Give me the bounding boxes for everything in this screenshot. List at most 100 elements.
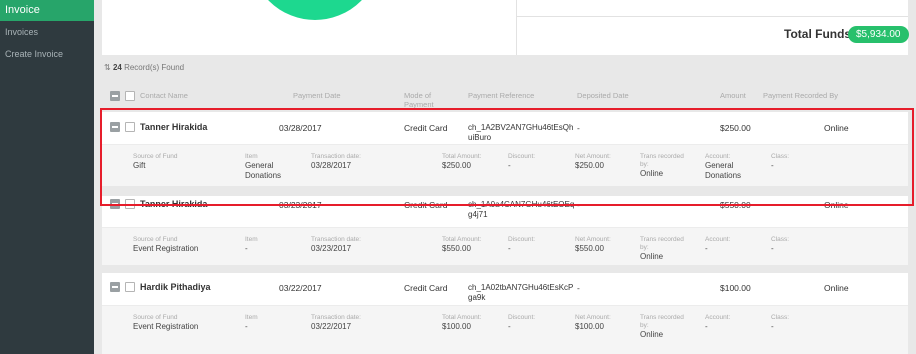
row-detail: Source of Fund Event Registration Item - T… [102, 227, 908, 265]
detail-label: Total Amount: [442, 236, 482, 243]
class: - [771, 161, 774, 170]
sidebar-item-invoice[interactable]: Invoice [0, 0, 94, 21]
sidebar: Invoice Invoices Create Invoice [0, 0, 94, 354]
detail-label: Class: [771, 314, 790, 321]
collapse-row-icon[interactable] [110, 122, 120, 132]
recorded-by: Online [824, 200, 849, 210]
table-row[interactable]: Tanner Hirakida 03/23/2017 Credit Card c… [102, 196, 908, 265]
detail-label: Item [245, 236, 258, 243]
item: - [245, 244, 248, 253]
contact-name[interactable]: Tanner Hirakida [140, 199, 207, 209]
detail-label: Class: [771, 153, 790, 160]
sidebar-item-create-invoice[interactable]: Create Invoice [0, 43, 94, 65]
detail-label: Net Amount: [575, 153, 611, 160]
detail-label: Total Amount: [442, 153, 482, 160]
column-deposited-date[interactable]: Deposited Date [577, 91, 629, 100]
total-funds-badge: $5,934.00 [848, 26, 909, 43]
row-checkbox[interactable] [125, 122, 135, 132]
row-main: Tanner Hirakida 03/28/2017 Credit Card c… [102, 112, 908, 144]
discount: - [508, 244, 511, 253]
payment-date: 03/23/2017 [279, 200, 322, 210]
amount: $100.00 [720, 283, 751, 293]
table-header: Contact Name Payment Date Mode of Paymen… [102, 86, 908, 109]
select-all-checkbox[interactable] [125, 91, 135, 101]
item: - [245, 322, 248, 331]
source-of-fund: Event Registration [133, 322, 199, 331]
deposited-date: - [577, 283, 580, 293]
record-count-number: 24 [112, 63, 122, 72]
net-amount: $250.00 [575, 161, 604, 170]
detail-label: Trans recorded by: [640, 153, 684, 168]
row-detail: Source of Fund Gift Item General Donations… [102, 144, 908, 186]
account: General Donations [705, 161, 742, 180]
detail-label: Trans recorded by: [640, 236, 684, 251]
detail-label: Net Amount: [575, 236, 611, 243]
sidebar-item-invoices[interactable]: Invoices [0, 21, 94, 43]
payment-reference: ch_1A0a4CAN7GHu46tEOEq g4j71 [468, 200, 575, 219]
payment-mode: Credit Card [404, 200, 448, 210]
column-contact-name[interactable]: Contact Name [140, 91, 188, 100]
sort-icon[interactable]: ⇅ [104, 63, 111, 72]
detail-label: Transaction date: [311, 314, 361, 321]
record-count: ⇅ 24 Record(s) Found [104, 63, 184, 72]
trans-recorded-by: Online [640, 169, 664, 178]
total-amount: $550.00 [442, 244, 471, 253]
detail-label: Transaction date: [311, 153, 361, 160]
row-checkbox[interactable] [125, 282, 135, 292]
detail-label: Account: [705, 236, 731, 243]
table-row[interactable]: Tanner Hirakida 03/28/2017 Credit Card c… [102, 112, 908, 186]
detail-label: Item [245, 314, 258, 321]
class: - [771, 244, 774, 253]
divider [516, 0, 517, 55]
transaction-date: 03/23/2017 [311, 244, 352, 253]
record-count-label: Record(s) Found [124, 63, 185, 72]
table-row[interactable]: Hardik Pithadiya 03/22/2017 Credit Card … [102, 273, 908, 354]
transaction-date: 03/22/2017 [311, 322, 352, 331]
detail-label: Class: [771, 236, 790, 243]
source-of-fund: Gift [133, 161, 146, 170]
amount: $250.00 [720, 123, 751, 133]
detail-label: Discount: [508, 153, 536, 160]
recorded-by: Online [824, 283, 849, 293]
row-main: Tanner Hirakida 03/23/2017 Credit Card c… [102, 196, 908, 227]
recorded-by: Online [824, 123, 849, 133]
account: - [705, 244, 708, 253]
detail-label: Source of Fund [133, 153, 178, 160]
contact-name[interactable]: Tanner Hirakida [140, 122, 207, 132]
column-payment-recorded-by[interactable]: Payment Recorded By [763, 91, 838, 100]
row-main: Hardik Pithadiya 03/22/2017 Credit Card … [102, 273, 908, 305]
row-checkbox[interactable] [125, 199, 135, 209]
detail-label: Trans recorded by: [640, 314, 684, 329]
column-payment-reference[interactable]: Payment Reference [468, 91, 534, 100]
column-mode-of-payment[interactable]: Mode of Payment [404, 91, 444, 109]
detail-label: Discount: [508, 236, 536, 243]
detail-label: Source of Fund [133, 314, 178, 321]
item: General Donations [245, 161, 282, 180]
collapse-row-icon[interactable] [110, 199, 120, 209]
payment-mode: Credit Card [404, 123, 448, 133]
funds-summary-panel: Total Funds : $5,934.00 [102, 0, 909, 55]
divider [516, 16, 908, 17]
contact-name[interactable]: Hardik Pithadiya [140, 282, 211, 292]
funds-donut-chart [250, 0, 380, 20]
collapse-all-icon[interactable] [110, 91, 120, 101]
payment-mode: Credit Card [404, 283, 448, 293]
discount: - [508, 322, 511, 331]
collapse-row-icon[interactable] [110, 282, 120, 292]
discount: - [508, 161, 511, 170]
total-amount: $250.00 [442, 161, 471, 170]
trans-recorded-by: Online [640, 330, 664, 339]
amount: $550.00 [720, 200, 751, 210]
account: - [705, 322, 708, 331]
detail-label: Account: [705, 153, 731, 160]
payment-reference: ch_1A02tbAN7GHu46tEsKcP ga9k [468, 283, 574, 302]
detail-label: Net Amount: [575, 314, 611, 321]
source-of-fund: Event Registration [133, 244, 199, 253]
detail-label: Source of Fund [133, 236, 178, 243]
transaction-date: 03/28/2017 [311, 161, 352, 170]
column-payment-date[interactable]: Payment Date [293, 91, 341, 100]
detail-label: Discount: [508, 314, 536, 321]
main-content: Total Funds : $5,934.00 ⇅ 24 Record(s) F… [94, 0, 916, 354]
total-amount: $100.00 [442, 322, 471, 331]
column-amount[interactable]: Amount [720, 91, 746, 100]
